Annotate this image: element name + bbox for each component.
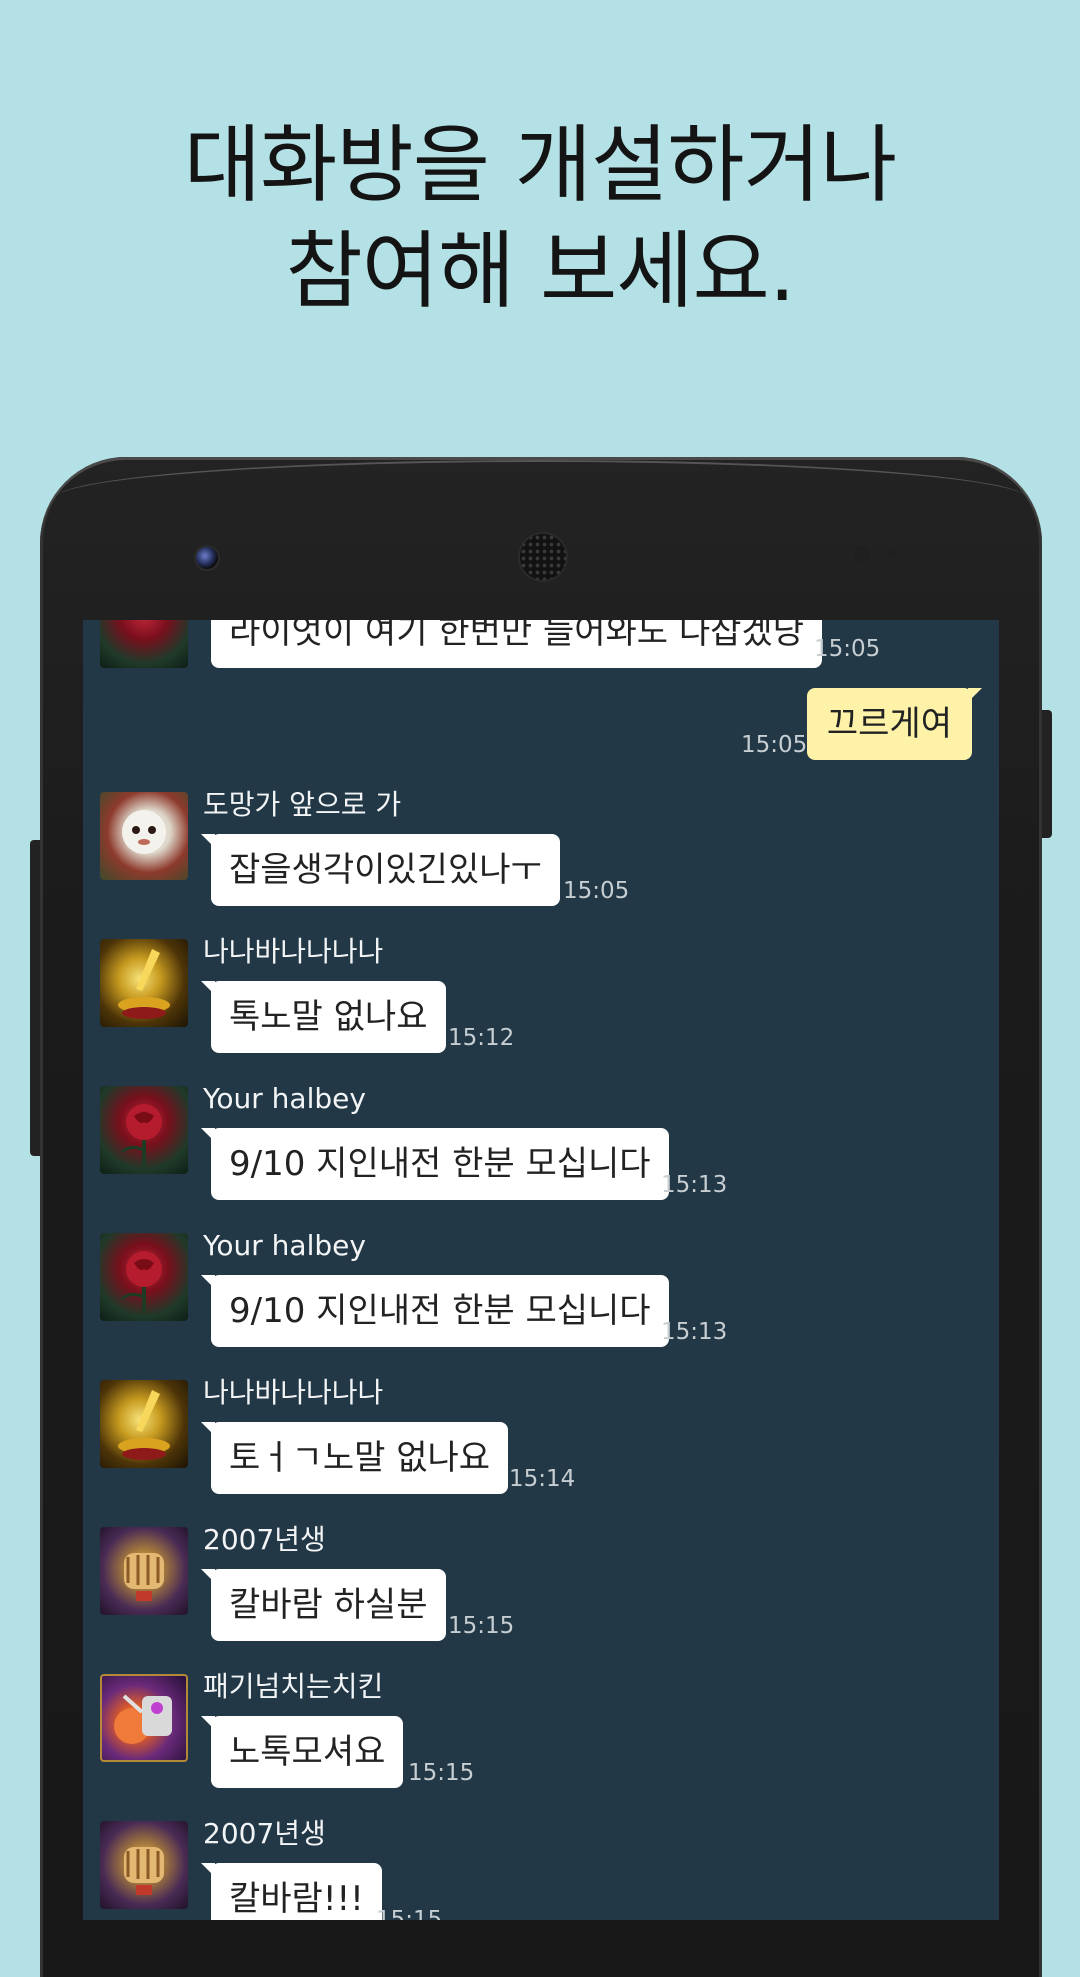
message-time: 15:13 xyxy=(661,1172,728,1198)
light-sensor-icon xyxy=(888,549,898,559)
front-camera-icon xyxy=(194,545,220,571)
message-bubble[interactable]: 라이엇이 여기 한번만 들어와도 다잡겠당 xyxy=(211,620,822,668)
sender-name: 나나바나나나나 xyxy=(203,935,384,968)
sender-name: 패기넘치는치킨 xyxy=(203,1670,384,1703)
message-bubble[interactable]: 톡노말 없나요 xyxy=(201,981,446,1053)
sender-name: Your halbey xyxy=(203,1082,366,1115)
gauntlet-icon[interactable] xyxy=(100,1527,188,1615)
proximity-sensor-icon xyxy=(854,546,870,562)
message-time: 15:13 xyxy=(661,1319,728,1345)
message-time: 15:15 xyxy=(448,1613,515,1639)
chat-screen[interactable]: 라이엇이 여기 한번만 들어와도 다잡겠당 15:05 15:05 끄르게여 도… xyxy=(83,620,999,1920)
sender-name: 도망가 앞으로 가 xyxy=(203,788,402,821)
golden-spatula-icon[interactable] xyxy=(100,1380,188,1468)
message-time: 15:12 xyxy=(448,1025,515,1051)
message-bubble[interactable]: 9/10 지인내전 한분 모십니다 xyxy=(201,1128,669,1200)
rose-icon[interactable] xyxy=(100,620,188,668)
speaker-grille-icon xyxy=(518,532,568,582)
message-bubble[interactable]: 토ㅓㄱ노말 없나요 xyxy=(200,1422,509,1494)
my-message-bubble[interactable]: 끄르게여 xyxy=(806,688,983,760)
phone-power-button xyxy=(1042,710,1052,838)
message-time: 15:15 xyxy=(376,1907,443,1920)
message-bubble[interactable]: 노톡모셔요 xyxy=(200,1716,404,1788)
rose-icon[interactable] xyxy=(100,1086,188,1174)
message-bubble[interactable]: 칼바람 하실분 xyxy=(201,1569,446,1641)
headline-line-1: 대화방을 개설하거나 xyxy=(183,116,897,214)
headline-line-2: 참여해 보세요. xyxy=(285,222,795,320)
gauntlet-icon[interactable] xyxy=(100,1821,188,1909)
poro-icon[interactable] xyxy=(100,792,188,880)
headline: 대화방을 개설하거나 참여해 보세요. xyxy=(0,112,1080,324)
message-bubble[interactable]: 칼바람!!! xyxy=(201,1863,382,1920)
golden-spatula-icon[interactable] xyxy=(100,939,188,1027)
message-time: 15:14 xyxy=(509,1466,576,1492)
sender-name: 2007년생 xyxy=(203,1817,326,1850)
robot-icon[interactable] xyxy=(100,1674,188,1762)
message-time: 15:15 xyxy=(408,1760,475,1786)
sender-name: Your halbey xyxy=(203,1229,366,1262)
sender-name: 나나바나나나나 xyxy=(203,1376,384,1409)
phone-volume-button xyxy=(30,840,40,1156)
message-bubble[interactable]: 9/10 지인내전 한분 모십니다 xyxy=(201,1275,669,1347)
message-bubble[interactable]: 잡을생각이있긴있나ㅜ xyxy=(201,834,560,906)
message-time: 15:05 xyxy=(563,878,630,904)
message-time: 15:05 xyxy=(814,636,881,662)
sender-name: 2007년생 xyxy=(203,1523,326,1556)
rose-icon[interactable] xyxy=(100,1233,188,1321)
message-time: 15:05 xyxy=(741,732,808,758)
